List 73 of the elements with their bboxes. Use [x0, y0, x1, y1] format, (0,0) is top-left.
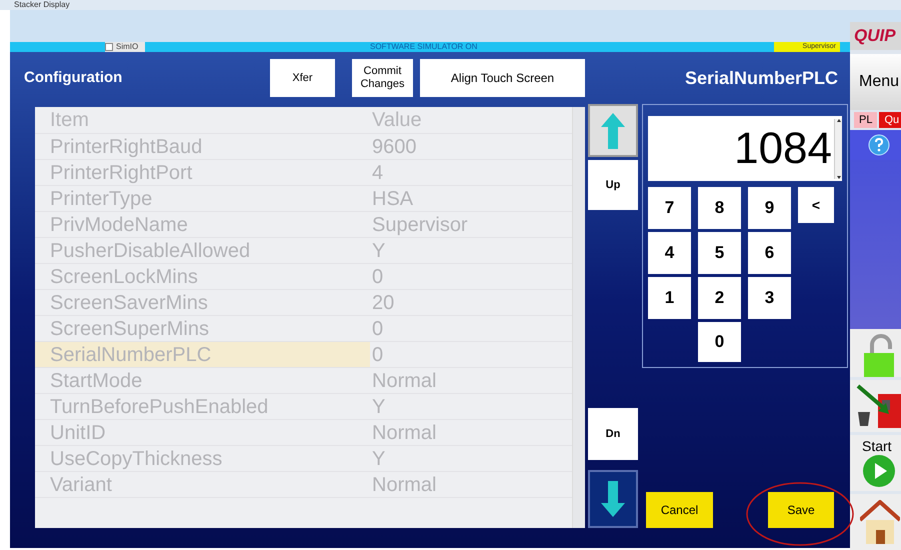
table-cell[interactable]: 9600	[370, 134, 572, 159]
table-cell[interactable]: Y	[370, 238, 572, 263]
table-cell[interactable]: Normal	[370, 368, 572, 393]
table-cell[interactable]: HSA	[370, 186, 572, 211]
house-icon	[860, 500, 900, 544]
key-button[interactable]: 6	[748, 232, 791, 274]
key-button[interactable]: 7	[648, 187, 691, 229]
key-button[interactable]: 1	[648, 277, 691, 319]
cancel-button[interactable]: Cancel	[646, 492, 713, 528]
number-field[interactable]: 1084	[648, 116, 842, 181]
table-cell[interactable]: 0	[370, 264, 572, 289]
sidebar-tab[interactable]: PL	[854, 112, 878, 128]
align-touch-screen-button[interactable]: Align Touch Screen	[420, 59, 585, 97]
menu-button[interactable]: Menu	[850, 54, 901, 110]
spin-up-icon[interactable]	[836, 118, 840, 122]
scroll-down-button[interactable]	[588, 470, 638, 528]
table-cell[interactable]: PrivModeName	[35, 212, 370, 237]
table-cell[interactable]: ScreenSaverMins	[35, 290, 370, 315]
simulator-message: SOFTWARE SIMULATOR ON	[370, 41, 478, 53]
table-cell[interactable]: Variant	[35, 472, 370, 497]
xfer-button[interactable]: Xfer	[270, 59, 335, 97]
up-arrow-icon	[601, 112, 625, 148]
home-button[interactable]	[850, 494, 901, 550]
commit-changes-button[interactable]: Commit Changes	[352, 59, 413, 97]
table-cell[interactable]: PrinterRightBaud	[35, 134, 370, 159]
key-button[interactable]: 3	[748, 277, 791, 319]
table-cell[interactable]: UnitID	[35, 420, 370, 445]
table-cell[interactable]: 0	[370, 342, 572, 367]
start-button[interactable]: Start	[850, 435, 901, 491]
window-title: Stacker Display	[14, 1, 70, 9]
key-button[interactable]: <	[798, 187, 834, 223]
table-cell[interactable]: ScreenSuperMins	[35, 316, 370, 341]
key-button[interactable]: 2	[698, 277, 741, 319]
table-cell[interactable]: 20	[370, 290, 572, 315]
table-cell[interactable]: Y	[370, 446, 572, 471]
table-cell[interactable]: UseCopyThickness	[35, 446, 370, 471]
table-cell[interactable]: 4	[370, 160, 572, 185]
sidebar-tab[interactable]: Qu	[879, 112, 901, 128]
help-icon[interactable]	[868, 134, 890, 156]
table-cell[interactable]: TurnBeforePushEnabled	[35, 394, 370, 419]
table-cell[interactable]: PusherDisableAllowed	[35, 238, 370, 263]
table-cell[interactable]: Normal	[370, 420, 572, 445]
logo: QUIP	[850, 22, 901, 50]
checkbox[interactable]	[105, 43, 113, 51]
simio-label: SimIO	[116, 41, 138, 53]
table-cell[interactable]: ScreenLockMins	[35, 264, 370, 289]
table-cell[interactable]: PrinterType	[35, 186, 370, 211]
key-button[interactable]: 9	[748, 187, 791, 229]
key-button[interactable]: 8	[698, 187, 741, 229]
down-arrow-icon	[601, 481, 625, 517]
padlock-icon	[864, 333, 894, 377]
table-cell[interactable]: Supervisor	[370, 212, 572, 237]
save-button[interactable]: Save	[768, 492, 834, 528]
key-button[interactable]: 5	[698, 232, 741, 274]
key-button[interactable]: 4	[648, 232, 691, 274]
field-name: SerialNumberPLC	[684, 66, 839, 90]
simio-checkbox[interactable]: SimIO	[105, 42, 145, 52]
table-cell[interactable]: 0	[370, 316, 572, 341]
down-button[interactable]: Dn	[588, 408, 638, 460]
spin-down-icon[interactable]	[836, 176, 840, 178]
spinner[interactable]	[834, 118, 842, 178]
play-icon	[862, 454, 896, 488]
table-cell[interactable]: Normal	[370, 472, 572, 497]
scroll-bar[interactable]	[572, 107, 585, 528]
table-cell[interactable]: SerialNumberPLC	[35, 342, 370, 367]
unload-button[interactable]	[850, 380, 901, 432]
table-cell[interactable]: PrinterRightPort	[35, 160, 370, 185]
table-cell[interactable]: Y	[370, 394, 572, 419]
page-title: Configuration	[24, 68, 124, 88]
key-button[interactable]: 0	[698, 322, 741, 362]
up-button[interactable]: Up	[588, 160, 638, 210]
table-cell[interactable]: StartMode	[35, 368, 370, 393]
stacker-drawing	[856, 384, 901, 428]
